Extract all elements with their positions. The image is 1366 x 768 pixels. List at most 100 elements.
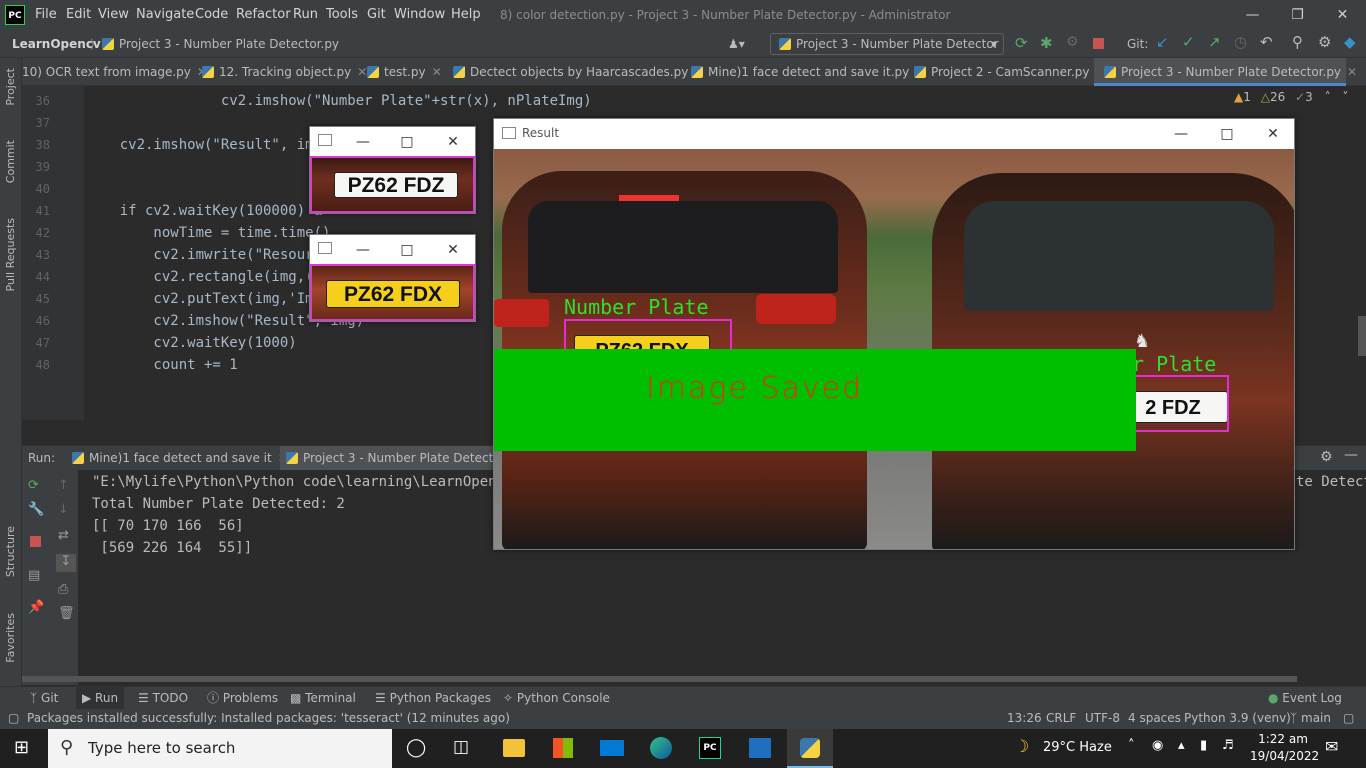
print-icon[interactable]: ⎙ — [58, 582, 68, 597]
microsoft-store-icon[interactable] — [553, 738, 573, 758]
code-line[interactable]: cv2.imwrite("Resourc — [86, 247, 322, 263]
window-titlebar[interactable]: — □ ✕ — [310, 127, 475, 155]
indent-setting[interactable]: 4 spaces — [1128, 711, 1181, 725]
wifi-icon[interactable]: ▴ — [1178, 738, 1185, 753]
code-line[interactable]: if cv2.waitKey(100000) & — [86, 203, 322, 219]
python-interpreter[interactable]: Python 3.9 (venv) — [1184, 711, 1291, 725]
run-configuration-select[interactable]: Project 3 - Number Plate Detector ▾ — [770, 33, 1004, 55]
menu-refactor[interactable]: Refactor — [236, 0, 291, 30]
tool-problems[interactable]: ⓘ Problems — [207, 687, 278, 710]
tool-structure[interactable]: Structure — [4, 526, 17, 577]
pin-icon[interactable]: 📌 — [28, 600, 44, 615]
number-plate-window-1[interactable]: — □ ✕ PZ62 FDX — [309, 234, 476, 322]
menu-view[interactable]: View — [98, 0, 129, 30]
rerun-icon[interactable]: ⟳ — [1015, 34, 1028, 52]
edge-browser-icon[interactable] — [650, 737, 672, 759]
tool-commit[interactable]: Commit — [4, 140, 17, 183]
git-push-icon[interactable]: ↗ — [1208, 33, 1221, 51]
search-icon[interactable]: ⚲ — [1292, 33, 1303, 51]
minimize-icon[interactable]: — — [340, 235, 386, 265]
menu-edit[interactable]: Edit — [66, 0, 91, 30]
weather-icon[interactable]: ☽ — [1014, 737, 1029, 757]
code-line[interactable]: cv2.rectangle(img,(0 — [86, 269, 322, 285]
code-line[interactable]: count += 1 — [86, 357, 237, 373]
menu-code[interactable]: Code — [195, 0, 228, 30]
photos-icon[interactable] — [749, 738, 771, 758]
close-icon[interactable]: ✕ — [430, 235, 476, 265]
gear-icon[interactable]: ⚙ — [1320, 449, 1333, 465]
console-horizontal-scrollbar[interactable] — [22, 676, 1297, 682]
battery-icon[interactable]: ▮ — [1200, 738, 1207, 753]
menu-window[interactable]: Window — [394, 0, 445, 30]
status-toggle-icon[interactable]: ▢ — [8, 711, 19, 725]
tool-python-packages[interactable]: ☰ Python Packages — [375, 687, 491, 710]
tab-test[interactable]: test.py ✕ — [367, 58, 442, 86]
plugin-icon[interactable]: ◆ — [1344, 33, 1356, 51]
trash-icon[interactable]: 🗑 — [58, 606, 75, 621]
code-line[interactable]: nowTime = time.time() — [86, 225, 330, 241]
number-plate-window-0[interactable]: — □ ✕ PZ62 FDZ — [309, 126, 476, 214]
close-icon[interactable]: ✕ — [1320, 0, 1365, 30]
tool-git[interactable]: ᛉ Git — [30, 687, 58, 710]
tool-favorites[interactable]: Favorites — [4, 613, 17, 663]
code-line[interactable]: cv2.waitKey(1000) — [86, 335, 296, 351]
soft-wrap-icon[interactable]: ⇄ — [58, 528, 69, 543]
tool-project[interactable]: Project — [4, 68, 17, 106]
tool-event-log[interactable]: ● Event Log — [1268, 687, 1342, 710]
run-tab-face-detect[interactable]: Mine)1 face detect and save it✕ — [72, 446, 288, 470]
tab-face-detect[interactable]: Mine)1 face detect and save it.py✕ — [691, 58, 925, 86]
wrench-icon[interactable]: 🔧 — [28, 502, 44, 517]
menu-navigate[interactable]: Navigate — [136, 0, 194, 30]
code-line[interactable]: cv2.imshow("Result", img — [86, 137, 322, 153]
network-icon[interactable]: ◉ — [1152, 738, 1163, 753]
run-tab-number-plate[interactable]: Project 3 - Number Plate Detector — [280, 446, 512, 470]
restore-icon[interactable]: ❐ — [1275, 0, 1320, 30]
close-icon[interactable]: ✕ — [357, 65, 367, 79]
scroll-to-end-icon[interactable]: ↧ — [56, 554, 76, 572]
close-icon[interactable]: ✕ — [1347, 65, 1357, 79]
breadcrumb-file[interactable]: Project 3 - Number Plate Detector.py — [102, 30, 339, 58]
menu-tools[interactable]: Tools — [326, 0, 358, 30]
maximize-icon[interactable]: □ — [1204, 119, 1250, 149]
weather-text[interactable]: 29°C Haze — [1043, 740, 1112, 755]
tab-camscanner[interactable]: Project 2 - CamScanner.py✕ — [914, 58, 1105, 86]
chevron-down-icon[interactable]: ˅ — [1342, 90, 1348, 104]
down-icon[interactable]: ↓ — [58, 502, 69, 517]
tab-number-plate-detector[interactable]: Project 3 - Number Plate Detector.py ✕ — [1094, 58, 1357, 86]
window-titlebar[interactable]: Result — □ ✕ — [494, 119, 1294, 149]
result-window[interactable]: Result — □ ✕ ♞ PZ62 FDX Number Plate 2 F… — [493, 118, 1295, 550]
tab-tracking-object[interactable]: 12. Tracking object.py ✕ — [202, 58, 367, 86]
status-message[interactable]: Packages installed successfully: Install… — [27, 711, 510, 725]
gear-icon[interactable]: ⚙ — [1318, 33, 1331, 51]
volume-icon[interactable]: ♬ — [1222, 738, 1234, 753]
caret-position[interactable]: 13:26 — [1007, 711, 1042, 725]
tool-python-console[interactable]: ✧ Python Console — [503, 687, 610, 710]
notifications-icon[interactable]: ✉ — [1325, 737, 1338, 756]
breadcrumb-project[interactable]: LearnOpencv — [12, 30, 101, 58]
windows-start-icon[interactable]: ⊞ — [14, 737, 29, 758]
file-encoding[interactable]: UTF-8 — [1085, 711, 1120, 725]
editor-scrollbar[interactable] — [1358, 316, 1366, 356]
menu-file[interactable]: File — [35, 0, 57, 30]
task-view-icon[interactable]: ◫ — [453, 737, 469, 757]
window-titlebar[interactable]: — □ ✕ — [310, 235, 475, 263]
rerun-icon[interactable]: ⟳ — [28, 478, 39, 493]
tool-terminal[interactable]: ▩ Terminal — [290, 687, 356, 710]
code-line[interactable]: cv2.imshow("Number Plate"+str(x), nPlate… — [86, 93, 592, 109]
minimize-icon[interactable]: — — [1158, 119, 1204, 149]
user-icon[interactable]: ♟▾ — [728, 30, 745, 58]
git-rollback-icon[interactable]: ↶ — [1260, 33, 1273, 51]
git-update-icon[interactable]: ↙ — [1156, 33, 1169, 51]
menu-run[interactable]: Run — [293, 0, 318, 30]
stop-icon[interactable] — [1093, 38, 1104, 49]
code-line[interactable]: cv2.putText(img,'Ima — [86, 291, 322, 307]
menu-git[interactable]: Git — [367, 0, 386, 30]
taskbar-search[interactable]: ⚲ Type here to search — [48, 729, 392, 768]
close-icon[interactable]: ✕ — [430, 127, 476, 157]
close-icon[interactable]: ✕ — [1250, 119, 1296, 149]
file-explorer-icon[interactable] — [503, 739, 525, 757]
git-commit-icon[interactable]: ✓ — [1182, 33, 1195, 51]
coverage-icon[interactable]: ⚙ — [1066, 34, 1079, 50]
line-separator[interactable]: CRLF — [1046, 711, 1076, 725]
close-icon[interactable]: ✕ — [432, 65, 442, 79]
